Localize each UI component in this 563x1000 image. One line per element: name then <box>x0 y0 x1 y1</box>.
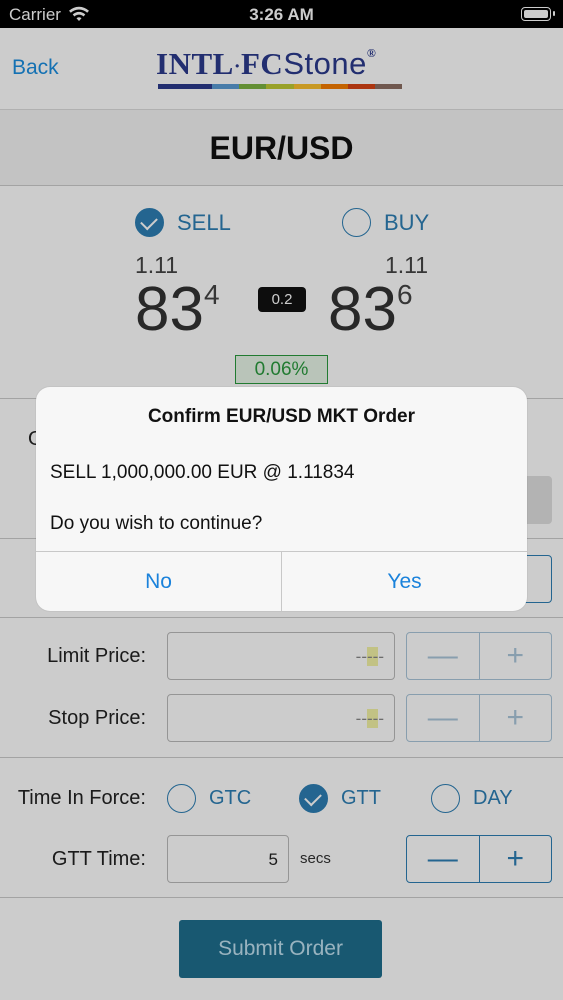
dialog-question: Do you wish to continue? <box>50 513 263 534</box>
yes-button[interactable]: Yes <box>281 552 527 611</box>
confirm-order-dialog: Confirm EUR/USD MKT Order SELL 1,000,000… <box>36 387 527 611</box>
no-button[interactable]: No <box>36 552 281 611</box>
dialog-title: Confirm EUR/USD MKT Order <box>147 406 416 427</box>
dialog-buttons: No Yes <box>36 551 527 611</box>
dialog-order-summary: SELL 1,000,000.00 EUR @ 1.11834 <box>50 462 355 483</box>
